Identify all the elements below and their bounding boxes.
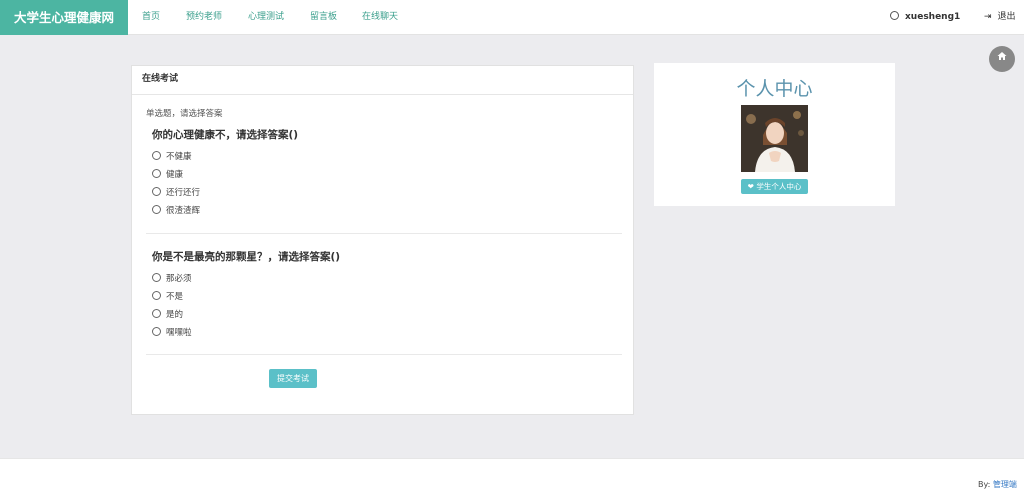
profile-title: 个人中心 [736,78,813,100]
footer-credit: By: 管理端 [978,479,1017,490]
exam-panel: 在线考试 单选题，请选择答案 你的心理健康不，请选择答案() 不健康 健康 还行… [131,65,634,415]
user-icon [890,11,899,20]
submit-exam-button[interactable]: 提交考试 [269,369,317,388]
heart-icon: ❤ [747,182,754,191]
answer-option[interactable]: 是的 [152,309,183,321]
nav-psych-test[interactable]: 心理测试 [248,0,284,35]
radio-button[interactable] [152,291,161,300]
home-icon[interactable] [989,46,1015,72]
option-label: 不是 [166,292,184,302]
radio-button[interactable] [152,327,161,336]
exam-instruction: 单选题，请选择答案 [146,109,223,119]
username: xuesheng1 [905,12,961,22]
option-label: 是的 [166,310,184,320]
divider [146,354,622,355]
user-menu[interactable]: xuesheng1 [890,0,960,35]
profile-panel: 个人中心 ❤ 学生个人中心 [654,63,895,206]
option-label: 健康 [166,170,184,180]
radio-button[interactable] [152,169,161,178]
logout-icon: ⇥ [984,12,992,22]
logout-button[interactable]: ⇥ 退出 [984,0,1016,35]
radio-button[interactable] [152,273,161,282]
student-center-button[interactable]: ❤ 学生个人中心 [741,179,808,194]
answer-option[interactable]: 不是 [152,291,183,303]
option-label: 嘿嘿啦 [166,328,192,338]
question-title: 你是不是最亮的那颗星？，请选择答案() [152,251,341,263]
nav-book-teacher[interactable]: 预约老师 [186,0,222,35]
avatar [741,105,808,172]
top-navbar: 大学生心理健康网 首页 预约老师 心理测试 留言板 在线聊天 xuesheng1… [0,0,1024,35]
question-title: 你的心理健康不，请选择答案() [152,129,299,141]
footer-by-label: By: [978,480,991,489]
logout-label: 退出 [997,12,1016,22]
answer-option[interactable]: 不健康 [152,151,192,163]
radio-button[interactable] [152,205,161,214]
option-label: 很渣渣辉 [166,206,201,216]
nav-home[interactable]: 首页 [142,0,160,35]
exam-panel-title: 在线考试 [132,66,633,95]
answer-option[interactable]: 很渣渣辉 [152,205,200,217]
student-center-label: 学生个人中心 [756,182,802,191]
answer-option[interactable]: 那必须 [152,273,192,285]
nav-message-board[interactable]: 留言板 [310,0,337,35]
footer: By: 管理端 [0,458,1024,494]
divider [146,233,622,234]
option-label: 还行还行 [166,188,201,198]
radio-button[interactable] [152,151,161,160]
answer-option[interactable]: 还行还行 [152,187,200,199]
option-label: 不健康 [166,152,192,162]
admin-link[interactable]: 管理端 [993,480,1017,489]
site-brand[interactable]: 大学生心理健康网 [0,0,128,35]
radio-button[interactable] [152,187,161,196]
answer-option[interactable]: 嘿嘿啦 [152,327,192,339]
nav-online-chat[interactable]: 在线聊天 [362,0,398,35]
option-label: 那必须 [166,274,192,284]
radio-button[interactable] [152,309,161,318]
answer-option[interactable]: 健康 [152,169,183,181]
